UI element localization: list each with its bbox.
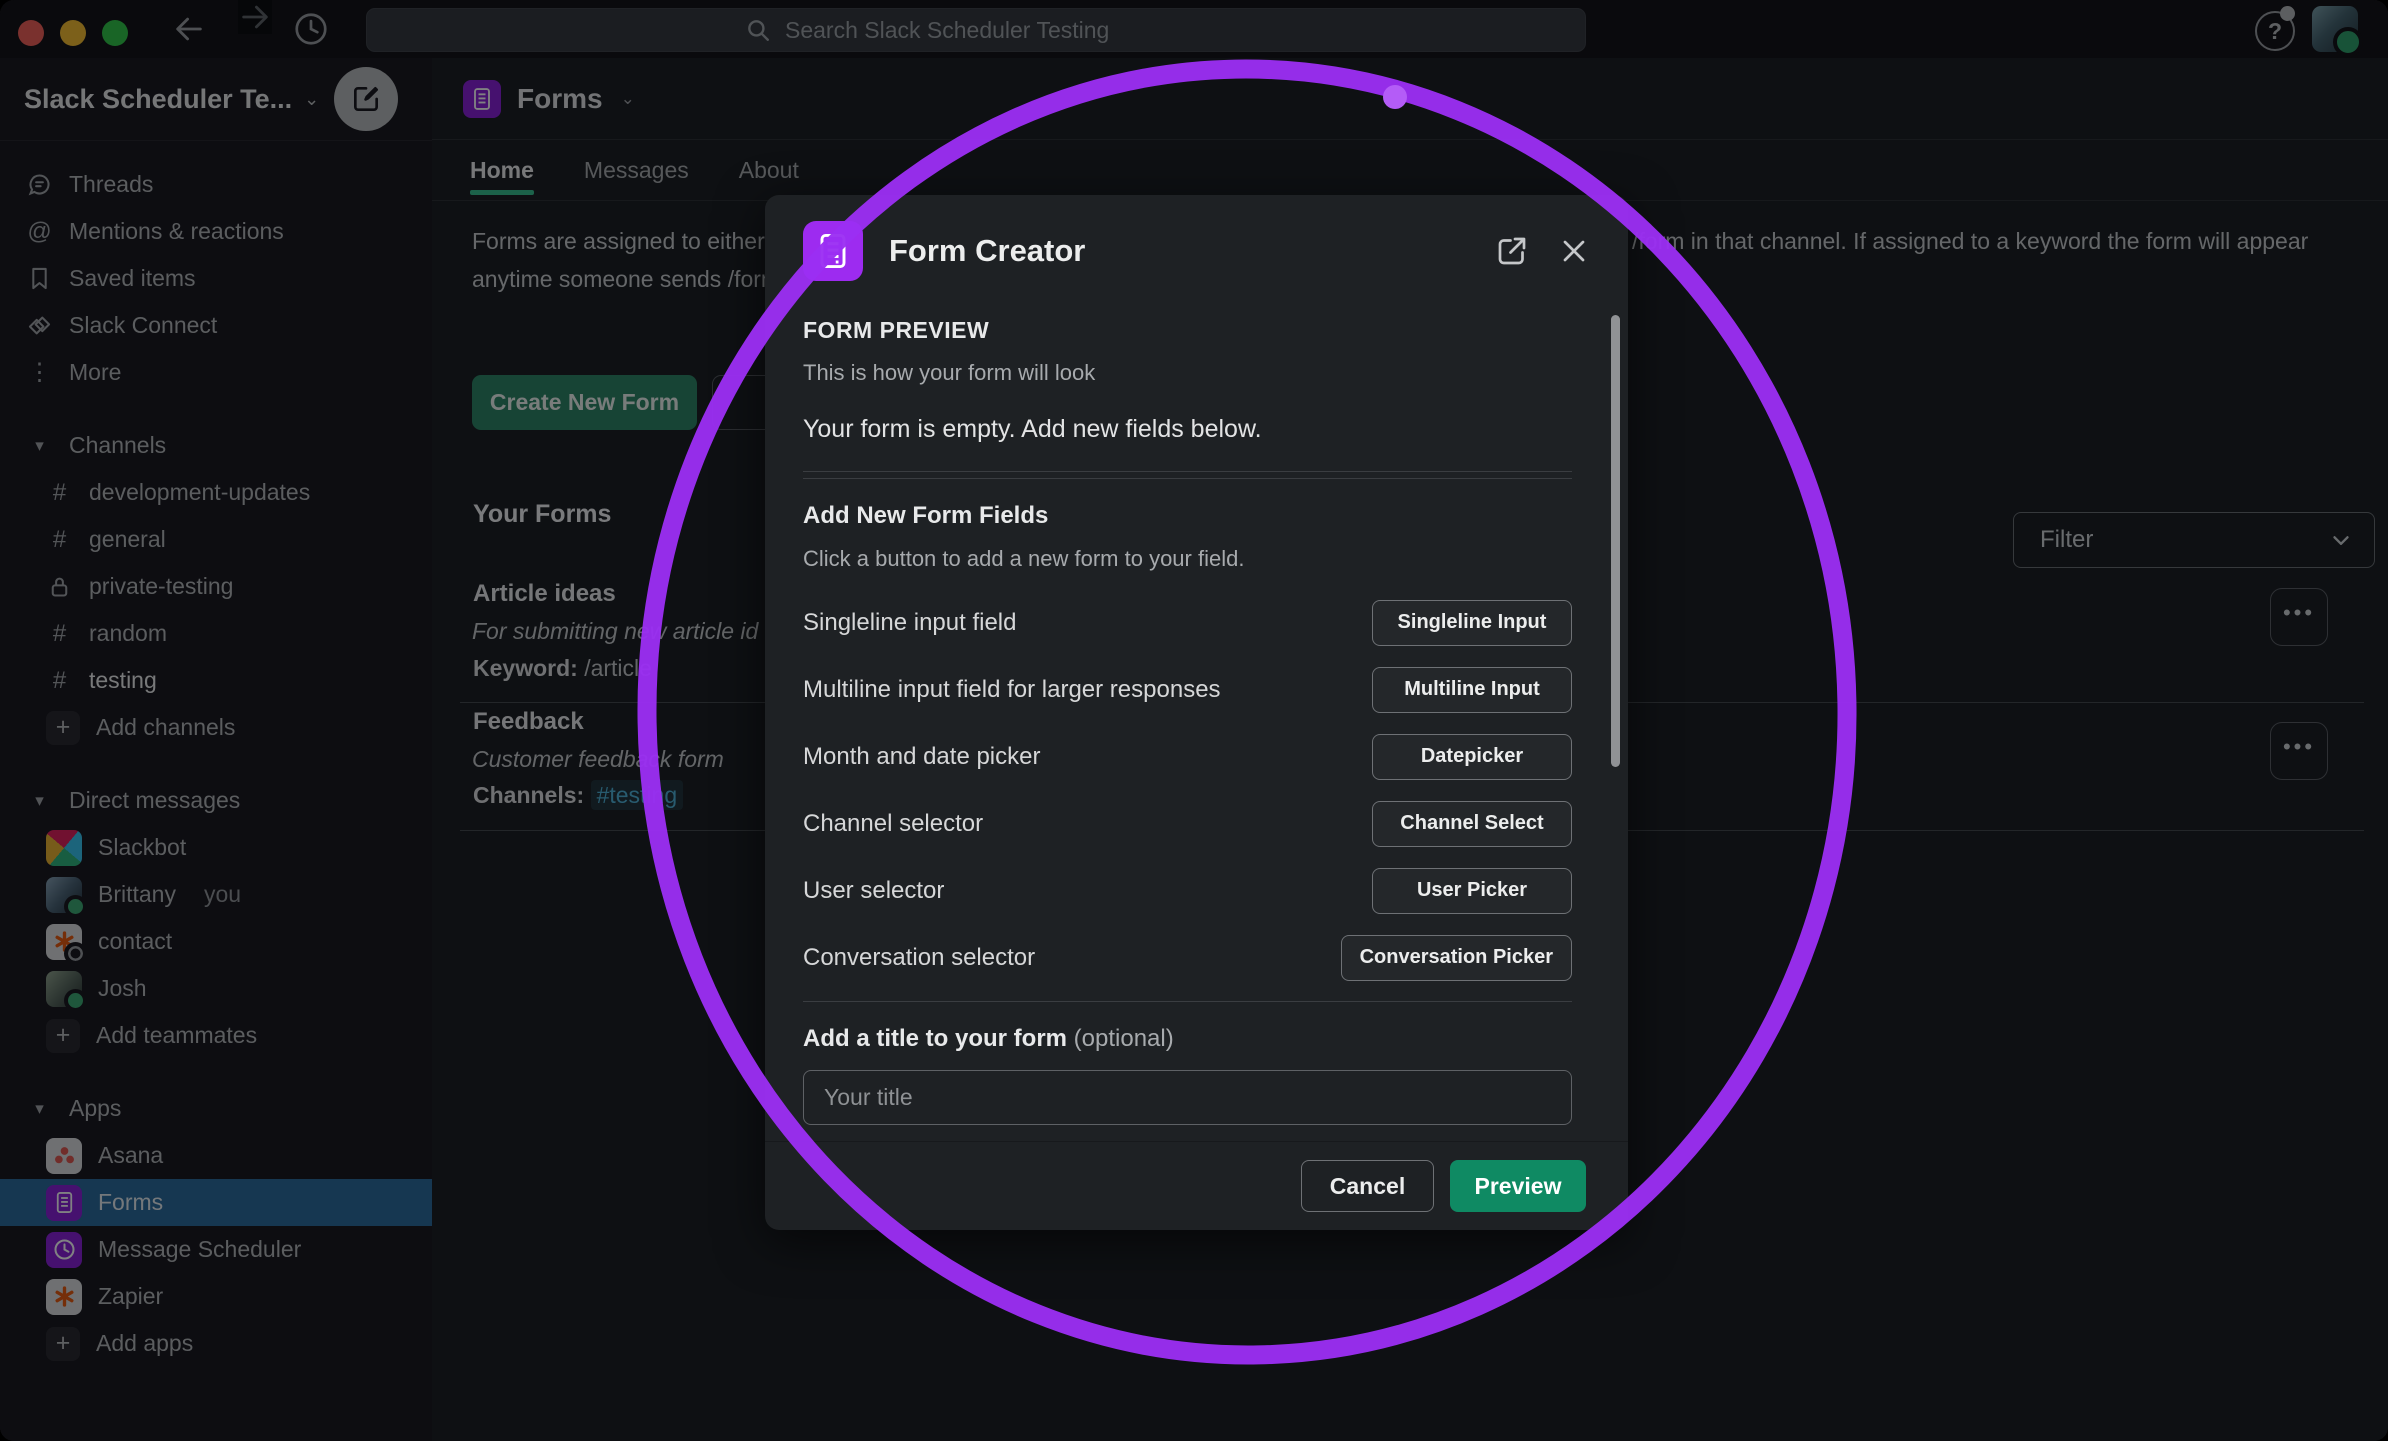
- add-conversation-picker-button[interactable]: Conversation Picker: [1341, 935, 1572, 981]
- modal-footer: Cancel Preview: [765, 1141, 1628, 1230]
- slack-window: ? Slack Scheduler Te... ⌄ Threads: [0, 0, 2388, 1441]
- form-document-icon: [811, 229, 855, 273]
- add-fields-subtext: Click a button to add a new form to your…: [803, 545, 1572, 573]
- field-label: Multiline input field for larger respons…: [803, 676, 1221, 704]
- open-external-icon[interactable]: [1494, 233, 1530, 269]
- field-label: Conversation selector: [803, 944, 1035, 972]
- form-creator-app-icon: [803, 221, 863, 281]
- field-row: Multiline input field for larger respons…: [803, 656, 1572, 723]
- add-singleline-input-button[interactable]: Singleline Input: [1372, 600, 1572, 646]
- preview-button[interactable]: Preview: [1450, 1160, 1586, 1212]
- modal-title: Form Creator: [889, 233, 1468, 269]
- modal-scrollbar[interactable]: [1611, 315, 1620, 767]
- optional-hint: (optional): [1074, 1025, 1174, 1052]
- field-row: User selector User Picker: [803, 857, 1572, 924]
- field-label: Channel selector: [803, 810, 983, 838]
- form-preview-heading: FORM PREVIEW: [803, 315, 1572, 345]
- form-creator-modal: Form Creator FORM PREVIEW This is how yo…: [765, 195, 1628, 1230]
- form-title-label-bold: Add a title to your form: [803, 1025, 1067, 1052]
- add-channel-select-button[interactable]: Channel Select: [1372, 801, 1572, 847]
- modal-body: FORM PREVIEW This is how your form will …: [765, 307, 1628, 1125]
- modal-header: Form Creator: [765, 195, 1628, 307]
- empty-form-message: Your form is empty. Add new fields below…: [803, 413, 1572, 445]
- form-title-input[interactable]: [803, 1070, 1572, 1125]
- field-row: Channel selector Channel Select: [803, 790, 1572, 857]
- add-user-picker-button[interactable]: User Picker: [1372, 868, 1572, 914]
- close-icon[interactable]: [1556, 233, 1592, 269]
- add-multiline-input-button[interactable]: Multiline Input: [1372, 667, 1572, 713]
- form-title-label: Add a title to your form (optional): [803, 1024, 1572, 1054]
- add-datepicker-button[interactable]: Datepicker: [1372, 734, 1572, 780]
- field-row: Singleline input field Singleline Input: [803, 589, 1572, 656]
- field-label: Singleline input field: [803, 609, 1016, 637]
- form-preview-subtext: This is how your form will look: [803, 359, 1572, 387]
- add-fields-heading: Add New Form Fields: [803, 501, 1572, 531]
- cancel-button[interactable]: Cancel: [1301, 1160, 1434, 1212]
- field-row: Month and date picker Datepicker: [803, 723, 1572, 790]
- divider: [803, 1001, 1572, 1002]
- field-rows: Singleline input field Singleline Input …: [803, 589, 1572, 991]
- field-row: Conversation selector Conversation Picke…: [803, 924, 1572, 991]
- field-label: User selector: [803, 877, 944, 905]
- field-label: Month and date picker: [803, 743, 1040, 771]
- double-divider: [803, 471, 1572, 479]
